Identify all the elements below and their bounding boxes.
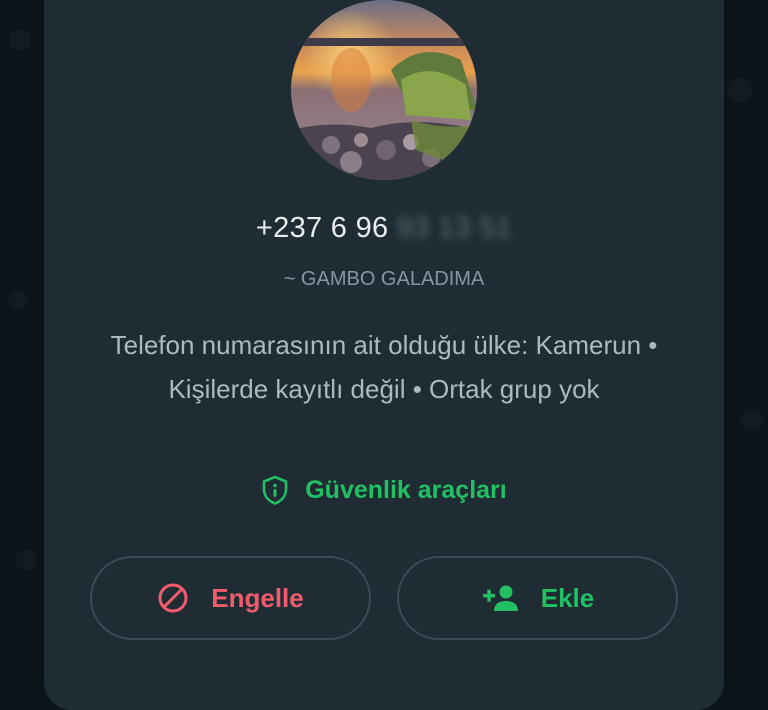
block-button[interactable]: Engelle — [90, 556, 371, 640]
contact-info-text: Telefon numarasının ait olduğu ülke: Kam… — [110, 330, 658, 404]
contact-push-name: ~ GAMBO GALADIMA — [283, 268, 485, 290]
add-contact-label: Ekle — [540, 582, 595, 613]
phone-blurred-part: 93 13 51 — [396, 212, 513, 244]
security-tools-label: Güvenlik araçları — [305, 475, 507, 504]
contact-phone-number: +237 6 96 93 13 51 — [0, 212, 768, 245]
person-add-icon — [481, 584, 519, 612]
block-button-label: Engelle — [211, 582, 304, 613]
block-icon — [157, 582, 189, 614]
contact-avatar[interactable] — [291, 0, 477, 180]
security-tools-link[interactable]: Güvenlik araçları — [0, 470, 768, 510]
avatar-landscape-image — [291, 0, 477, 180]
shield-info-icon — [261, 475, 289, 505]
add-contact-button[interactable]: Ekle — [397, 556, 678, 640]
phone-visible-part: +237 6 96 — [255, 212, 389, 244]
